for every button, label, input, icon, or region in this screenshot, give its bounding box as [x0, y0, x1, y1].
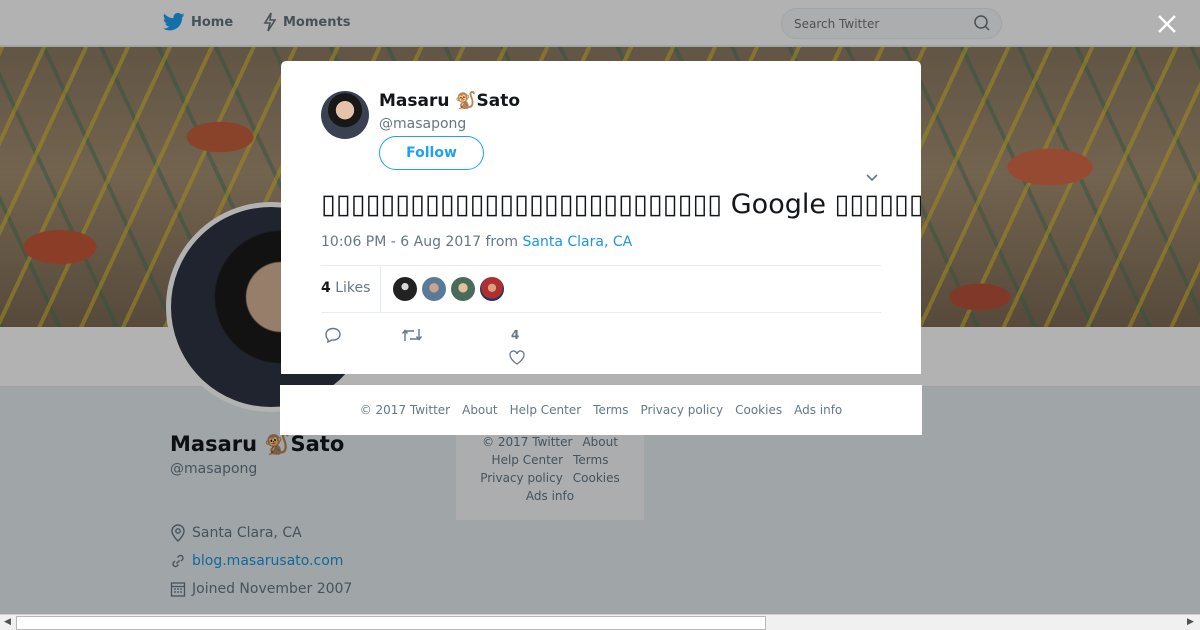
- tweet-time-text: 10:06 PM - 6 Aug 2017 from: [321, 234, 523, 250]
- like-action-count: 4: [511, 328, 520, 342]
- footer-copyright: © 2017 Twitter: [359, 403, 451, 417]
- footer-ads-link[interactable]: Ads info: [794, 403, 842, 417]
- likes-label: Likes: [335, 280, 371, 296]
- footer-help-link[interactable]: Help Center: [510, 403, 582, 417]
- footer-terms-link[interactable]: Terms: [593, 403, 628, 417]
- scroll-left-arrow-icon[interactable]: ◀: [4, 617, 11, 627]
- scrollbar-thumb[interactable]: [16, 616, 766, 630]
- modal-footer: © 2017 Twitter About Help Center Terms P…: [280, 385, 922, 435]
- likes-count: 4: [321, 280, 331, 296]
- retweet-icon[interactable]: [401, 327, 423, 343]
- heart-icon[interactable]: [509, 350, 525, 365]
- liker-avatar[interactable]: [480, 277, 504, 301]
- horizontal-scrollbar[interactable]: ◀ ▶: [0, 614, 1200, 630]
- tweet-modal: Masaru 🐒Sato @masapong Follow ▯▯▯▯▯▯▯▯▯▯…: [281, 61, 921, 374]
- likes-stat[interactable]: 4 Likes: [321, 280, 370, 296]
- tweet-place-link[interactable]: Santa Clara, CA: [523, 234, 633, 250]
- footer-privacy-link[interactable]: Privacy policy: [641, 403, 724, 417]
- footer-about-link[interactable]: About: [462, 403, 497, 417]
- stats-divider: [380, 266, 381, 313]
- close-icon[interactable]: [1155, 12, 1179, 36]
- chevron-down-icon[interactable]: [865, 173, 879, 183]
- tweet-author-name[interactable]: Masaru 🐒Sato: [379, 91, 520, 111]
- follow-button[interactable]: Follow: [379, 136, 484, 170]
- liker-avatar[interactable]: [451, 277, 475, 301]
- tweet-author-avatar[interactable]: [321, 91, 369, 139]
- tweet-stats: 4 Likes: [321, 265, 881, 313]
- scroll-right-arrow-icon[interactable]: ▶: [1187, 617, 1194, 627]
- tweet-timestamp: 10:06 PM - 6 Aug 2017 from Santa Clara, …: [321, 234, 632, 250]
- reply-icon[interactable]: [324, 327, 342, 343]
- tweet-text: ▯▯▯▯▯▯▯▯▯▯▯▯▯▯▯▯▯▯▯▯▯▯▯▯▯▯▯ Google ▯▯▯▯▯…: [321, 189, 921, 220]
- liker-avatar[interactable]: [393, 277, 417, 301]
- liker-avatar[interactable]: [422, 277, 446, 301]
- footer-cookies-link[interactable]: Cookies: [735, 403, 782, 417]
- tweet-author-handle[interactable]: @masapong: [379, 116, 466, 132]
- tweet-actions: 4: [321, 326, 621, 366]
